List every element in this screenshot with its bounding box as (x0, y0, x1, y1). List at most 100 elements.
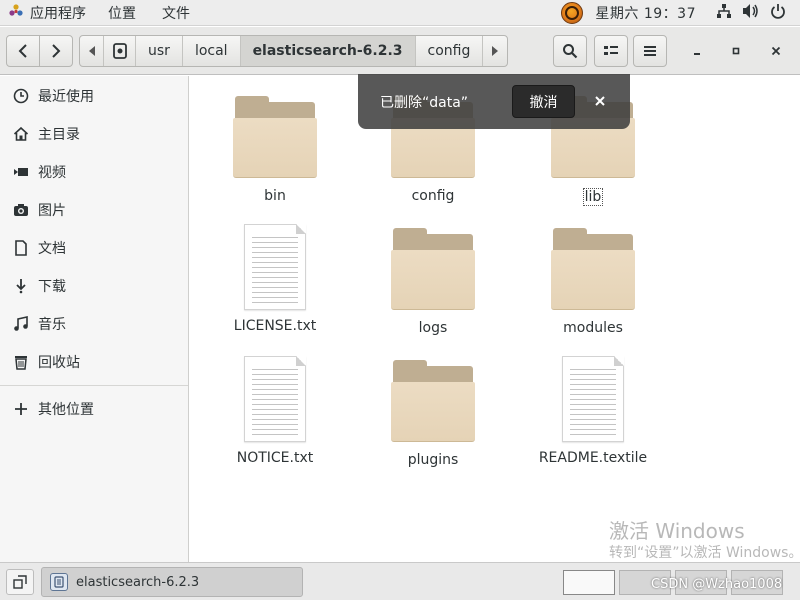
path-scroll-right-button[interactable] (483, 36, 507, 66)
document-icon (12, 239, 30, 257)
path-bar: usr local elasticsearch-6.2.3 config (79, 35, 509, 67)
view-options-button[interactable] (594, 35, 628, 67)
minimize-button[interactable] (681, 35, 713, 67)
file-label: logs (418, 320, 448, 336)
taskbar-window-files[interactable]: elasticsearch-6.2.3 (41, 567, 303, 597)
sidebar-item-trash[interactable]: 回收站 (0, 345, 188, 379)
file-item-plugins[interactable]: plugins (358, 360, 508, 468)
file-label: bin (264, 188, 286, 204)
video-icon (12, 163, 30, 181)
hamburger-icon (644, 46, 656, 56)
clock[interactable]: 星期六 19：37 (595, 3, 696, 23)
file-item-readme[interactable]: README.textile (518, 356, 668, 466)
sidebar-item-home[interactable]: 主目录 (0, 117, 188, 151)
applications-menu[interactable]: 应用程序 (8, 3, 86, 23)
files-menu[interactable]: 文件 (162, 3, 190, 23)
sidebar-item-documents[interactable]: 文档 (0, 231, 188, 265)
places-menu[interactable]: 位置 (108, 3, 136, 23)
activation-watermark-subtitle: 转到“设置”以激活 Windows。 (609, 545, 800, 561)
file-item-license[interactable]: LICENSE.txt (200, 224, 350, 334)
path-segment-elasticsearch[interactable]: elasticsearch-6.2.3 (240, 36, 416, 66)
close-window-button[interactable] (760, 35, 792, 67)
chevron-left-icon (18, 44, 27, 58)
text-file-icon (562, 356, 624, 442)
sidebar-item-label: 视频 (38, 165, 66, 181)
maximize-icon (732, 47, 740, 55)
text-file-icon (244, 356, 306, 442)
file-label: plugins (407, 452, 459, 468)
sidebar-item-label: 文档 (38, 241, 66, 257)
download-icon (12, 277, 30, 295)
file-item-bin[interactable]: bin (200, 96, 350, 204)
file-label: modules (563, 320, 623, 336)
minimize-icon (694, 53, 700, 55)
show-desktop-button[interactable] (6, 569, 34, 595)
main-menu-button[interactable] (633, 35, 667, 67)
volume-icon[interactable] (742, 3, 760, 23)
notification-close-button[interactable] (590, 89, 610, 113)
folder-icon (391, 360, 475, 444)
sidebar-item-label: 最近使用 (38, 89, 94, 105)
drive-icon (112, 43, 127, 59)
text-file-icon (244, 224, 306, 310)
apps-logo-icon (8, 3, 24, 23)
path-root-button[interactable] (104, 36, 136, 66)
file-label: NOTICE.txt (236, 450, 314, 466)
taskbar: elasticsearch-6.2.3 CSDN @Wzhao1008 (0, 562, 800, 600)
activation-watermark-title: 激活 Windows (609, 519, 745, 543)
search-button[interactable] (553, 35, 587, 67)
home-icon (12, 125, 30, 143)
show-desktop-icon (13, 575, 27, 589)
path-scroll-left-button[interactable] (80, 36, 104, 66)
file-item-logs[interactable]: logs (358, 228, 508, 336)
back-button[interactable] (6, 35, 40, 67)
sidebar-item-label: 下载 (38, 279, 66, 295)
maximize-button[interactable] (720, 35, 752, 67)
sidebar-item-music[interactable]: 音乐 (0, 307, 188, 341)
header-bar: usr local elasticsearch-6.2.3 config (0, 27, 800, 75)
taskbar-window-label: elasticsearch-6.2.3 (76, 574, 200, 590)
close-icon (771, 46, 781, 56)
sidebar-item-downloads[interactable]: 下载 (0, 269, 188, 303)
sidebar: 最近使用 主目录 视频 图片 文档 下载 音乐 回收站 其他位置 (0, 76, 189, 562)
path-segment-usr[interactable]: usr (136, 36, 183, 66)
close-icon (595, 96, 605, 106)
app-indicator-icon[interactable] (561, 2, 584, 24)
file-label: README.textile (538, 450, 648, 466)
forward-button[interactable] (39, 35, 73, 67)
credit-watermark: CSDN @Wzhao1008 (651, 577, 783, 592)
file-view: bin config lib LICENSE.txt logs modules … (190, 76, 800, 562)
sidebar-item-videos[interactable]: 视频 (0, 155, 188, 189)
file-label: lib (582, 188, 604, 206)
sidebar-divider (0, 385, 188, 386)
sidebar-item-label: 回收站 (38, 355, 80, 371)
triangle-left-icon (88, 46, 95, 56)
plus-icon (12, 400, 30, 418)
file-manager-icon (50, 573, 68, 591)
list-view-icon (604, 46, 618, 55)
top-panel: 应用程序 位置 文件 星期六 19：37 (0, 0, 800, 26)
music-icon (12, 315, 30, 333)
sidebar-item-recent[interactable]: 最近使用 (0, 79, 188, 113)
sidebar-item-other-locations[interactable]: 其他位置 (0, 392, 188, 426)
sidebar-item-pictures[interactable]: 图片 (0, 193, 188, 227)
folder-icon (233, 96, 317, 180)
camera-icon (12, 201, 30, 219)
file-item-modules[interactable]: modules (518, 228, 668, 336)
clock-icon (12, 87, 30, 105)
file-item-notice[interactable]: NOTICE.txt (200, 356, 350, 466)
network-icon[interactable] (716, 3, 732, 23)
sidebar-item-label: 其他位置 (38, 402, 94, 418)
workspace-1[interactable] (563, 570, 615, 595)
trash-icon (12, 353, 30, 371)
deleted-notification: 已删除“data” 撤消 (358, 74, 630, 129)
chevron-right-icon (52, 44, 61, 58)
power-icon[interactable] (770, 3, 786, 23)
sidebar-item-label: 图片 (38, 203, 66, 219)
folder-icon (551, 228, 635, 312)
folder-icon (391, 228, 475, 312)
undo-button[interactable]: 撤消 (512, 85, 575, 118)
path-segment-local[interactable]: local (183, 36, 241, 66)
path-segment-config[interactable]: config (416, 36, 484, 66)
applications-label: 应用程序 (30, 5, 86, 22)
